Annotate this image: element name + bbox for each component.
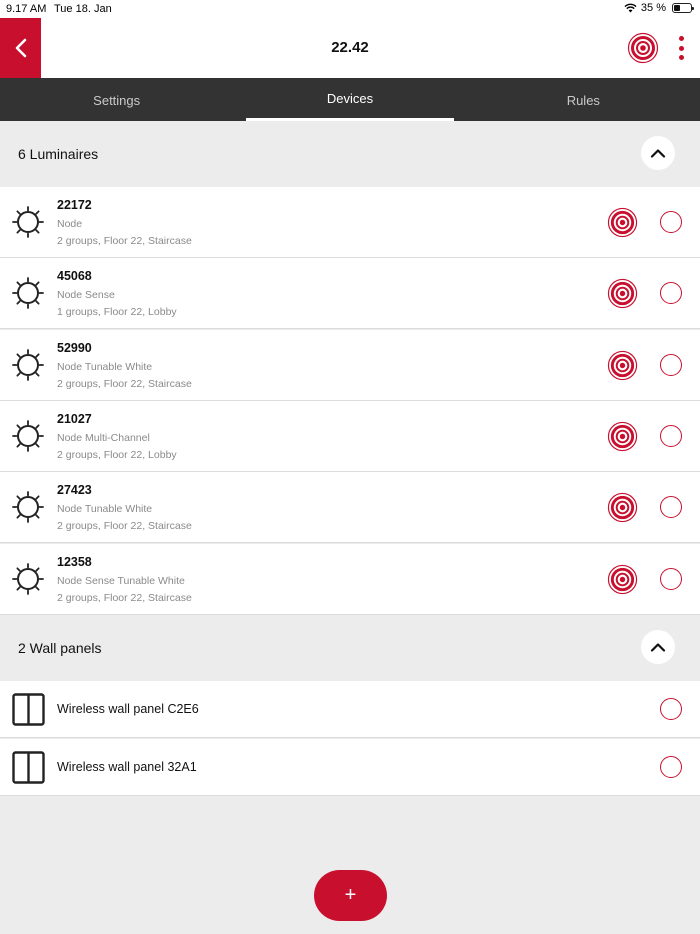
luminaire-groups: 2 groups, Floor 22, Lobby	[57, 448, 177, 461]
luminaire-groups: 2 groups, Floor 22, Staircase	[57, 377, 192, 390]
identify-button[interactable]	[607, 492, 638, 523]
luminaire-icon	[12, 491, 44, 524]
status-date: Tue 18. Jan	[54, 3, 112, 15]
select-radio[interactable]	[660, 282, 682, 305]
more-options-button[interactable]	[672, 36, 690, 60]
luminaire-row[interactable]: 27423 Node Tunable White 2 groups, Floor 2…	[0, 472, 700, 544]
luminaire-type: Node Sense	[57, 289, 115, 302]
luminaire-row[interactable]: 12358 Node Sense Tunable White 2 groups, F…	[0, 543, 700, 615]
page-title: 22.42	[331, 39, 369, 56]
luminaire-type: Node Sense Tunable White	[57, 574, 185, 587]
identify-button[interactable]	[607, 421, 638, 452]
add-device-button[interactable]: +	[314, 870, 387, 921]
luminaire-groups: 1 groups, Floor 22, Lobby	[57, 306, 177, 319]
tab-settings[interactable]: Settings	[0, 78, 233, 121]
back-button[interactable]	[0, 18, 41, 78]
luminaire-row[interactable]: 22172 Node 2 groups, Floor 22, Staircase	[0, 187, 700, 258]
luminaire-type: Node	[57, 218, 83, 230]
target-icon	[607, 279, 638, 309]
select-radio[interactable]	[660, 698, 682, 720]
select-radio[interactable]	[660, 496, 682, 519]
select-radio[interactable]	[660, 353, 682, 376]
select-radio[interactable]	[660, 211, 682, 233]
luminaire-icon	[12, 277, 44, 310]
luminaire-id: 22172	[57, 198, 92, 212]
section-title: 6 Luminaires	[18, 146, 99, 162]
luminaire-icon	[12, 348, 44, 381]
luminaire-icon	[12, 562, 44, 595]
luminaire-icon	[12, 206, 44, 238]
luminaire-id: 45068	[57, 269, 92, 284]
luminaire-type: Node Multi-Channel	[57, 431, 150, 444]
identify-all-button[interactable]	[627, 32, 659, 64]
select-radio[interactable]	[660, 755, 682, 778]
target-icon	[607, 207, 638, 238]
tab-rules[interactable]: Rules	[467, 78, 700, 121]
luminaire-type: Node Tunable White	[57, 503, 153, 516]
app-header: 22.42	[0, 18, 700, 78]
select-radio[interactable]	[660, 424, 682, 447]
luminaire-groups: 2 groups, Floor 22, Staircase	[57, 591, 192, 604]
wifi-icon	[624, 3, 637, 13]
battery-icon	[672, 3, 694, 13]
identify-button[interactable]	[607, 350, 638, 381]
wall-panel-row[interactable]: Wireless wall panel 32A1	[0, 738, 700, 796]
luminaire-row[interactable]: 21027 Node Multi-Channel 2 groups, Floor 2…	[0, 400, 700, 472]
identify-button[interactable]	[607, 564, 638, 595]
target-icon	[607, 350, 638, 380]
luminaire-groups: 2 groups, Floor 22, Staircase	[57, 235, 192, 247]
more-vertical-icon	[678, 36, 684, 41]
wall-panel-icon	[12, 693, 45, 726]
luminaire-id: 52990	[57, 340, 92, 355]
luminaire-icon	[12, 419, 44, 452]
luminaire-row[interactable]: 52990 Node Tunable White 2 groups, Floor 2…	[0, 329, 700, 401]
wall-panel-name: Wireless wall panel 32A1	[57, 759, 197, 774]
luminaire-id: 21027	[57, 411, 92, 426]
chevron-left-icon	[15, 38, 26, 58]
status-right: 35 %	[624, 2, 694, 14]
wall-panel-icon	[12, 750, 45, 784]
identify-button[interactable]	[607, 278, 638, 309]
tab-devices[interactable]: Devices	[233, 78, 466, 121]
chevron-up-icon	[650, 643, 666, 652]
luminaire-groups: 2 groups, Floor 22, Staircase	[57, 520, 192, 533]
tab-bar: Settings Devices Rules	[0, 78, 700, 121]
luminaire-id: 12358	[57, 554, 92, 569]
section-header-luminaires: 6 Luminaires	[0, 121, 700, 186]
target-icon	[627, 32, 659, 64]
section-header-wall-panels: 2 Wall panels	[0, 615, 700, 680]
luminaire-type: Node Tunable White	[57, 360, 153, 373]
battery-percentage: 35 %	[640, 2, 666, 14]
wall-panel-name: Wireless wall panel C2E6	[57, 702, 199, 716]
status-bar: 9.17 AM Tue 18. Jan 35 %	[0, 0, 700, 18]
select-radio[interactable]	[660, 567, 682, 590]
target-icon	[607, 493, 638, 523]
target-icon	[607, 421, 638, 452]
chevron-up-icon	[650, 149, 666, 158]
collapse-luminaires-button[interactable]	[641, 136, 675, 170]
luminaire-row[interactable]: 45068 Node Sense 1 groups, Floor 22, Lobby	[0, 258, 700, 330]
collapse-wall-panels-button[interactable]	[641, 630, 675, 664]
status-time: 9.17 AM	[6, 3, 47, 15]
identify-button[interactable]	[607, 207, 638, 238]
luminaire-id: 27423	[57, 483, 92, 498]
wall-panel-row[interactable]: Wireless wall panel C2E6	[0, 681, 700, 738]
target-icon	[607, 564, 638, 594]
section-title: 2 Wall panels	[18, 640, 102, 656]
